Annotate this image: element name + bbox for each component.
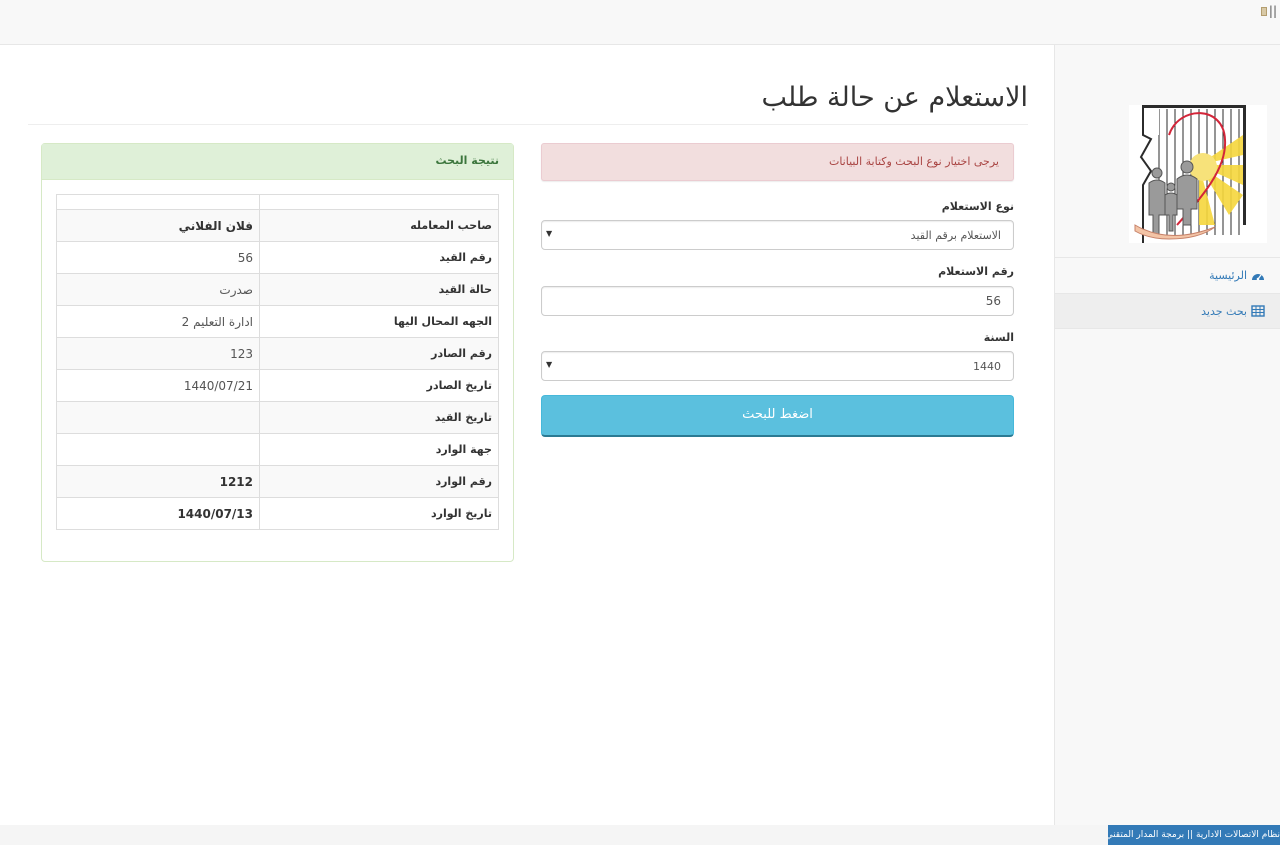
year-label: السنة [983,331,1014,344]
query-number-value: 56 [985,294,1001,308]
result-key: تاريخ القيد [259,401,499,434]
result-key: تاريخ الصادر [259,369,499,402]
result-key: الجهه المحال اليها [259,305,499,338]
top-navbar: || [0,0,1280,45]
table-row: الجهه المحال اليها ادارة التعليم 2 [56,305,499,338]
title-divider [28,124,1028,125]
result-value: صدرت [56,273,260,306]
table-row: تاريخ القيد [56,401,499,434]
result-key: رقم القيد [259,241,499,274]
year-value: 1440 [973,359,1001,373]
results-panel: نتيجة البحث صاحب المعامله فلان الفلاني ر… [41,143,514,562]
menu-toggle-label: || [1268,4,1277,18]
result-value: ادارة التعليم 2 [56,305,260,338]
result-key: رقم الصادر [259,337,499,370]
sidebar-toggle[interactable]: || [1260,4,1277,18]
table-row: رقم الوارد 1212 [56,465,499,498]
result-value [56,401,260,434]
table-cell [259,194,499,210]
table-row: تاريخ الصادر 1440/07/21 [56,369,499,402]
result-value: 1212 [56,465,260,498]
footer: نظام الاتصالات الادارية || برمجة المدار … [0,825,1280,845]
query-type-value: الاستعلام برقم القيد [910,228,1001,242]
query-type-select[interactable]: ▼ الاستعلام برقم القيد [541,220,1014,250]
sidebar-nav: الرئيسية بحث جديد [1055,257,1280,329]
result-value: فلان الفلاني [56,209,260,242]
year-select[interactable]: ▼ 1440 [541,351,1014,381]
validation-alert: يرجى اختيار نوع البحث وكتابة البيانات [541,143,1014,181]
sidebar-item-label: بحث جديد [1201,304,1247,318]
table-row: حالة القيد صدرت [56,273,499,306]
result-key: جهة الوارد [259,433,499,466]
results-table: صاحب المعامله فلان الفلاني رقم القيد 56 … [56,194,499,530]
result-key: رقم الوارد [259,465,499,498]
sidebar-item-label: الرئيسية [1209,269,1247,282]
table-row: صاحب المعامله فلان الفلاني [56,209,499,242]
result-key: حالة القيد [259,273,499,306]
result-value: 56 [56,241,260,274]
result-value: 1440/07/21 [56,369,260,402]
result-value: 123 [56,337,260,370]
dashboard-icon [1251,269,1265,283]
query-number-label: رقم الاستعلام [938,265,1014,278]
logo-icon [1129,105,1267,243]
search-button[interactable]: اضغط للبحث [541,395,1014,437]
table-cell [56,194,260,210]
table-icon [1251,304,1265,318]
chevron-down-icon: ▼ [546,360,553,369]
table-row: جهة الوارد [56,433,499,466]
footer-credit-badge: نظام الاتصالات الادارية || برمجة المدار … [1108,825,1280,845]
result-value: 1440/07/13 [56,497,260,530]
table-row: رقم الصادر 123 [56,337,499,370]
result-key: صاحب المعامله [259,209,499,242]
sidebar-item-new-search[interactable]: بحث جديد [1055,293,1280,329]
query-number-input[interactable]: 56 [541,286,1014,316]
sidebar-item-home[interactable]: الرئيسية [1055,257,1280,293]
broken-image-icon [1260,6,1267,16]
query-type-label: نوع الاستعلام [941,200,1014,213]
sidebar: الرئيسية بحث جديد [1054,45,1280,825]
result-value [56,433,260,466]
table-row: تاريخ الوارد 1440/07/13 [56,497,499,530]
table-row: رقم القيد 56 [56,241,499,274]
page-title: الاستعلام عن حالة طلب [761,82,1029,113]
chevron-down-icon: ▼ [546,229,553,238]
results-heading: نتيجة البحث [42,144,513,180]
result-key: تاريخ الوارد [259,497,499,530]
table-row [56,194,499,210]
